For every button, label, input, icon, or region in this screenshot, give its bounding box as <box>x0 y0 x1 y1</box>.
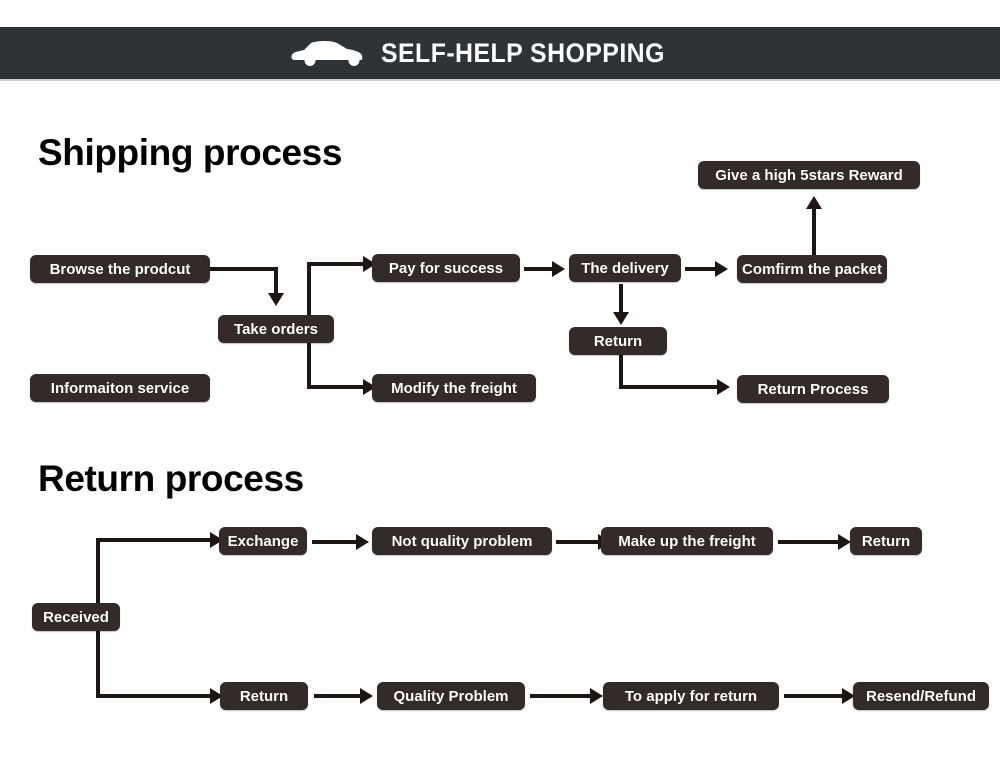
node-return-process[interactable]: Return Process <box>737 375 889 403</box>
node-browse-the-prodcut[interactable]: Browse the prodcut <box>30 255 210 283</box>
node-quality-problem[interactable]: Quality Problem <box>377 682 525 710</box>
connector-takeorders-to-pay-h <box>307 262 365 266</box>
connector-received-to-exchange-h <box>96 538 212 542</box>
arrowhead-to-apply-for-return <box>590 688 603 704</box>
connector-pay-to-delivery <box>524 267 554 271</box>
node-pay-for-success[interactable]: Pay for success <box>372 254 520 282</box>
connector-exchange-to-notqual <box>312 540 358 544</box>
car-icon <box>291 39 363 67</box>
section-title-shipping: Shipping process <box>38 132 343 173</box>
page-root: SELF-HELP SHOPPING Shipping process Brow… <box>0 0 1000 784</box>
node-return-bottom[interactable]: Return <box>220 682 308 710</box>
node-return-top[interactable]: Return <box>850 527 922 555</box>
arrowhead-to-takeorders <box>268 293 284 306</box>
node-exchange[interactable]: Exchange <box>219 527 307 555</box>
connector-apply-to-resend <box>784 694 844 698</box>
node-the-delivery[interactable]: The delivery <box>569 254 681 282</box>
node-informaiton-service[interactable]: Informaiton service <box>30 374 210 402</box>
header-divider <box>0 79 1000 81</box>
page-header-banner: SELF-HELP SHOPPING <box>0 27 1000 79</box>
connector-delivery-to-confirm <box>685 267 717 271</box>
connector-quality-to-apply <box>530 694 592 698</box>
connector-makeup-to-return <box>778 540 840 544</box>
node-comfirm-the-packet[interactable]: Comfirm the packet <box>737 255 887 283</box>
section-title-return: Return process <box>38 458 304 499</box>
connector-return-to-rproc-v <box>619 355 623 387</box>
node-give-a-high-5stars-reward[interactable]: Give a high 5stars Reward <box>698 161 920 189</box>
node-resend-refund[interactable]: Resend/Refund <box>853 682 989 710</box>
arrowhead-to-delivery <box>552 261 565 277</box>
connector-browse-to-takeorders-h <box>208 267 278 271</box>
node-received[interactable]: Received <box>32 603 120 631</box>
connector-notqual-to-makeup <box>556 540 600 544</box>
connector-return-to-quality <box>314 694 362 698</box>
node-not-quality-problem[interactable]: Not quality problem <box>372 527 552 555</box>
connector-delivery-to-return-v <box>619 284 623 314</box>
node-make-up-the-freight[interactable]: Make up the freight <box>601 527 773 555</box>
banner-title: SELF-HELP SHOPPING <box>380 37 665 68</box>
connector-confirm-to-reward-v <box>812 207 816 255</box>
node-to-apply-for-return[interactable]: To apply for return <box>603 682 779 710</box>
connector-takeorders-to-modify-h <box>307 385 365 389</box>
connector-browse-to-takeorders-v <box>274 267 278 295</box>
arrowhead-to-confirm <box>715 261 728 277</box>
node-take-orders[interactable]: Take orders <box>218 315 334 343</box>
arrowhead-to-return-1 <box>613 312 629 325</box>
arrowhead-to-quality-problem <box>360 688 373 704</box>
arrowhead-to-return-process <box>717 379 730 395</box>
arrowhead-to-reward <box>806 196 822 209</box>
connector-received-to-return-h <box>96 694 212 698</box>
node-modify-the-freight[interactable]: Modify the freight <box>372 374 536 402</box>
node-return-shipping[interactable]: Return <box>569 327 667 355</box>
connector-return-to-rproc-h <box>619 385 719 389</box>
arrowhead-to-not-quality-problem <box>356 534 369 550</box>
banner-content: SELF-HELP SHOPPING <box>291 39 690 67</box>
